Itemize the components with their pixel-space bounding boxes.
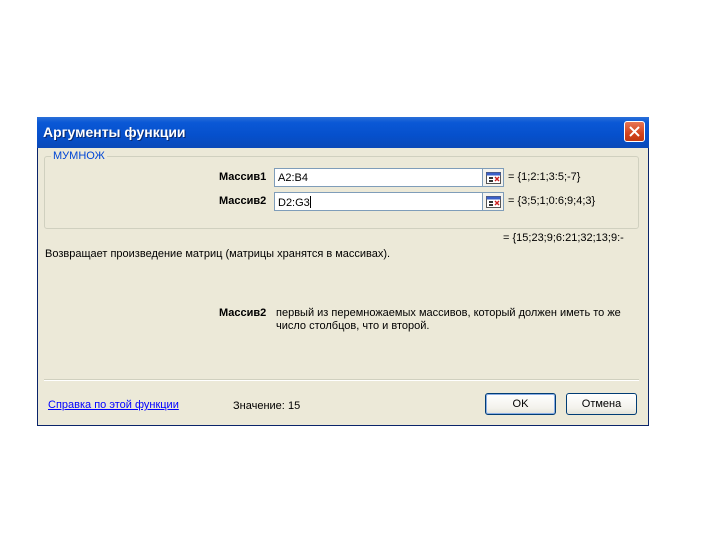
argument-help-line-2: число столбцов, что и второй. <box>276 320 430 332</box>
range-select-icon <box>486 196 501 208</box>
close-icon <box>629 126 640 137</box>
value-label: Значение: <box>233 400 285 412</box>
function-name: МУМНОЖ <box>51 150 107 162</box>
argument-2-value: D2:G3 <box>278 197 310 209</box>
argument-help-line-1: первый из перемножаемых массивов, которы… <box>276 307 621 319</box>
ok-button[interactable]: OK <box>485 393 556 415</box>
title-bar[interactable]: Аргументы функции <box>37 117 649 148</box>
value-result: 15 <box>288 400 301 412</box>
argument-2-input[interactable]: D2:G3 <box>274 192 499 211</box>
close-button[interactable] <box>624 121 645 142</box>
argument-help-label: Массив2 <box>219 307 267 319</box>
function-description: Возвращает произведение матриц (матрицы … <box>45 248 391 260</box>
argument-1-result: = {1;2:1;3:5;-7} <box>508 171 581 183</box>
cancel-button[interactable]: Отмена <box>566 393 637 415</box>
formula-result-preview: = {15;23;9;6:21;32;13;9:- <box>503 232 624 244</box>
function-group: МУМНОЖ Массив1 A2:B4 = {1;2:1;3:5;-7} Ма… <box>44 150 639 229</box>
argument-2-label: Массив2 <box>219 195 267 207</box>
footer-separator <box>44 379 639 381</box>
help-link[interactable]: Справка по этой функции <box>48 399 179 411</box>
text-caret <box>309 196 311 208</box>
argument-2-collapse-button[interactable] <box>482 192 504 211</box>
argument-1-collapse-button[interactable] <box>482 168 504 187</box>
argument-1-label: Массив1 <box>219 171 267 183</box>
window-title: Аргументы функции <box>43 124 186 140</box>
argument-1-value: A2:B4 <box>278 172 308 184</box>
argument-2-result: = {3;5;1;0:6;9;4;3} <box>508 195 596 207</box>
function-arguments-dialog: Аргументы функции МУМНОЖ Массив1 A2:B4 =… <box>37 117 649 426</box>
range-select-icon <box>486 172 501 184</box>
argument-1-input[interactable]: A2:B4 <box>274 168 499 187</box>
